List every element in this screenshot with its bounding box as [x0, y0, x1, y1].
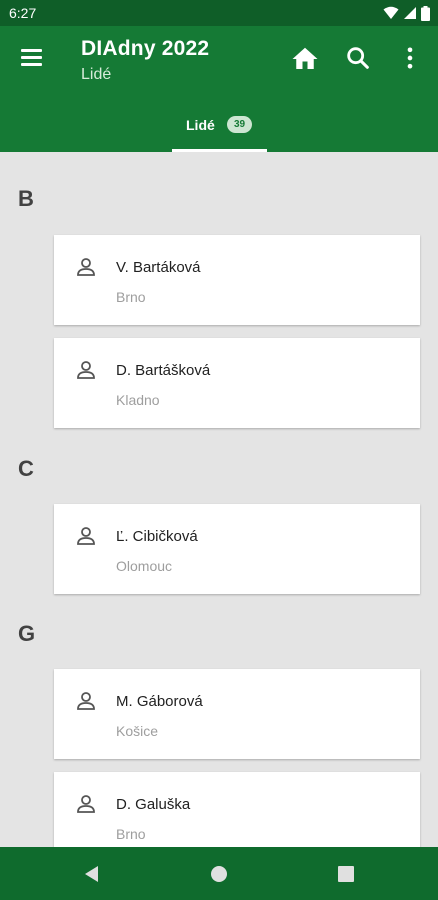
- tab-indicator: [172, 149, 267, 152]
- menu-icon: [18, 49, 46, 66]
- app-title: DIAdny 2022: [81, 37, 210, 60]
- person-name: D. Galuška: [116, 796, 191, 813]
- status-bar: 6:27: [0, 0, 438, 26]
- tab-label: Lidé: [186, 117, 215, 133]
- recents-icon: [338, 866, 354, 882]
- nav-home-button[interactable]: [204, 859, 234, 889]
- search-button[interactable]: [344, 44, 374, 74]
- person-icon: [77, 361, 95, 379]
- person-city: Košice: [116, 723, 159, 739]
- battery-icon: [421, 5, 430, 21]
- back-icon: [85, 866, 98, 882]
- nav-back-button[interactable]: [77, 859, 107, 889]
- person-city: Brno: [116, 289, 146, 305]
- person-name: Ľ. Cibičková: [116, 528, 198, 545]
- section-header-c: C: [18, 456, 34, 481]
- person-city: Brno: [116, 826, 146, 842]
- search-icon: [347, 47, 369, 69]
- section-header-b: B: [18, 186, 34, 211]
- person-city: Kladno: [116, 392, 160, 408]
- person-icon: [77, 258, 95, 276]
- person-name: M. Gáborová: [116, 693, 203, 710]
- status-time: 6:27: [9, 5, 37, 21]
- person-city: Olomouc: [116, 558, 173, 574]
- person-icon: [77, 795, 95, 813]
- tab-count-badge: 39: [227, 116, 253, 133]
- person-name: V. Bartáková: [116, 259, 201, 276]
- app-subtitle: Lidé: [81, 66, 112, 83]
- person-card[interactable]: D. Bartášková Kladno: [54, 338, 420, 428]
- person-icon: [77, 527, 95, 545]
- menu-button[interactable]: [18, 46, 46, 70]
- home-button[interactable]: [290, 44, 320, 74]
- person-icon: [77, 692, 95, 710]
- signal-icon: [404, 7, 416, 19]
- home-icon: [292, 47, 318, 69]
- system-nav-bar: [0, 847, 438, 900]
- wifi-icon: [383, 6, 399, 19]
- person-name: D. Bartášková: [116, 362, 211, 379]
- more-vert-icon: [407, 47, 413, 69]
- person-card[interactable]: M. Gáborová Košice: [54, 669, 420, 759]
- person-card[interactable]: Ľ. Cibičková Olomouc: [54, 504, 420, 594]
- more-options-button[interactable]: [396, 44, 426, 74]
- nav-recents-button[interactable]: [331, 859, 361, 889]
- person-card[interactable]: V. Bartáková Brno: [54, 235, 420, 325]
- home-circle-icon: [211, 866, 227, 882]
- section-header-g: G: [18, 621, 36, 646]
- tab-people[interactable]: Lidé 39: [172, 102, 267, 152]
- app-bar: DIAdny 2022 Lidé Lidé 39: [0, 26, 438, 152]
